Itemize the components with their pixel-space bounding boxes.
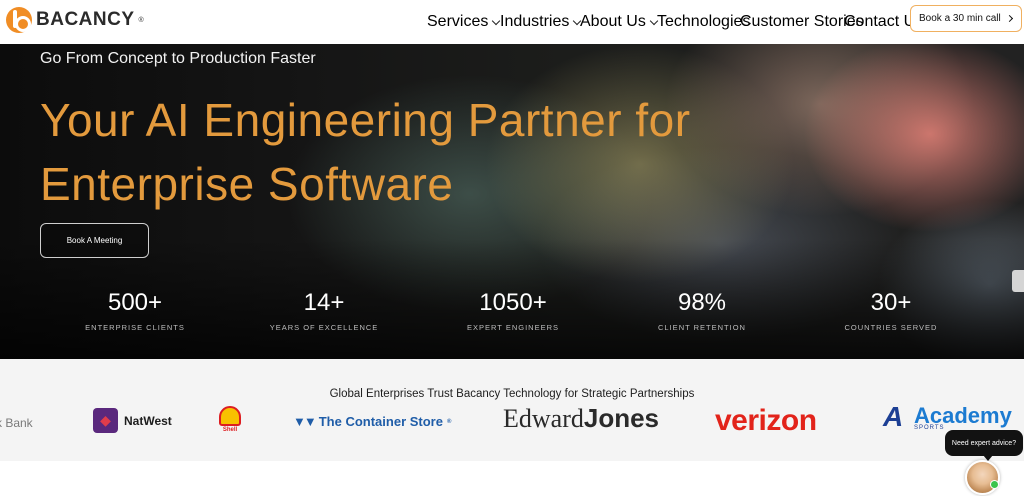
bank-logo-text: k Bank (0, 416, 33, 430)
natwest-logo: ◆ NatWest (93, 408, 172, 433)
hero-eyebrow: Go From Concept to Production Faster (40, 50, 316, 67)
jones-logo-text: Jones (583, 403, 660, 433)
site-header: BACANCY ® Services Industries About Us T… (0, 0, 1024, 44)
edward-logo-text: Edward (503, 403, 584, 433)
stat-label: EXPERT ENGINEERS (467, 323, 559, 332)
natwest-icon: ◆ (93, 408, 118, 433)
brand-name: BACANCY (36, 9, 135, 30)
hero-headline: Your AI Engineering Partner for Enterpri… (40, 88, 691, 216)
chat-avatar[interactable] (965, 460, 1000, 495)
verizon-logo: verizon (715, 404, 817, 438)
stat-countries-served: 30+ COUNTRIES SERVED (801, 288, 981, 332)
registered-mark: ® (138, 16, 144, 24)
nav-item-label: Technologies (657, 13, 751, 30)
stat-label: COUNTRIES SERVED (844, 323, 938, 332)
container-store-icon: ▼▼ (293, 414, 317, 429)
container-store-reg: ® (446, 418, 452, 425)
academy-logo: Academy SPORTS (883, 401, 1012, 433)
edward-jones-logo: Edward Jones (503, 403, 659, 434)
hero-section: Go From Concept to Production Faster You… (0, 44, 1024, 359)
academy-icon (883, 401, 911, 433)
academy-logo-text: Academy (914, 403, 1012, 428)
container-store-logo-text: The Container Store (318, 414, 443, 429)
book-meeting-button[interactable]: Book A Meeting (40, 223, 149, 258)
chevron-right-icon (1005, 14, 1014, 23)
natwest-logo-text: NatWest (124, 413, 172, 428)
brand-logo[interactable]: BACANCY ® (6, 7, 144, 33)
hero-headline-line2: Enterprise Software (40, 158, 454, 210)
nav-item-label: Industries (500, 13, 570, 30)
hero-headline-line1: Your AI Engineering Partner for (40, 94, 691, 146)
stat-label: YEARS OF EXCELLENCE (269, 323, 379, 332)
stat-value: 14+ (303, 289, 345, 316)
chat-bubble[interactable]: Need expert advice? (945, 430, 1023, 461)
nav-item-about-us[interactable]: About Us (580, 13, 659, 31)
book-call-label: Book a 30 min call (919, 13, 1001, 24)
chat-bubble-text: Need expert advice? (951, 439, 1017, 447)
stat-value: 1050+ (479, 289, 547, 316)
bacancy-logo-icon (6, 7, 32, 33)
nav-item-label: About Us (580, 13, 646, 30)
nav-item-label: Services (427, 13, 489, 30)
stat-value: 30+ (870, 289, 912, 316)
container-store-logo: ▼▼ The Container Store ® (293, 414, 451, 429)
stat-label: ENTERPRISE CLIENTS (85, 323, 185, 332)
stat-value: 98% (677, 289, 727, 316)
nav-item-technologies[interactable]: Technologies (657, 13, 750, 31)
stat-enterprise-clients: 500+ ENTERPRISE CLIENTS (45, 288, 225, 332)
stat-years-of-excellence: 14+ YEARS OF EXCELLENCE (234, 288, 414, 332)
nav-item-industries[interactable]: Industries (500, 13, 582, 31)
stat-client-retention: 98% CLIENT RETENTION (612, 288, 792, 332)
stat-label: CLIENT RETENTION (658, 323, 746, 332)
shell-logo-text: Shell (222, 427, 238, 433)
stat-value: 500+ (107, 289, 163, 316)
shell-icon (219, 406, 241, 426)
stat-expert-engineers: 1050+ EXPERT ENGINEERS (423, 288, 603, 332)
side-feedback-tab[interactable] (1012, 270, 1024, 292)
trust-section: Global Enterprises Trust Bacancy Technol… (0, 359, 1024, 461)
verizon-logo-text: verizon (715, 404, 817, 437)
bank-logo: k Bank (0, 416, 33, 430)
nav-item-services[interactable]: Services (427, 13, 501, 31)
trust-title: Global Enterprises Trust Bacancy Technol… (329, 388, 695, 400)
book-call-button[interactable]: Book a 30 min call (910, 5, 1022, 32)
shell-logo: Shell (219, 406, 241, 433)
